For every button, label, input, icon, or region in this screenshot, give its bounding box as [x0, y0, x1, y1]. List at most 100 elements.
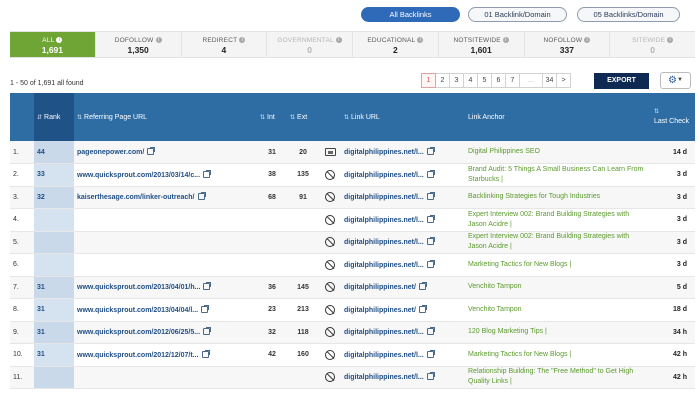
int-cell: 23 [257, 298, 287, 322]
external-link-icon[interactable] [426, 372, 435, 381]
tab-count: 1,350 [127, 45, 149, 55]
referring-url-link[interactable]: www.quicksprout.com/2013/03/14/c... [77, 172, 200, 179]
tab-educational[interactable]: EDUCATIONAL i 2 [353, 32, 439, 57]
page-6[interactable]: 6 [491, 73, 506, 88]
tab-label: EDUCATIONAL [367, 37, 416, 44]
link-url-link[interactable]: digitalphilippines.net/l... [344, 352, 424, 359]
external-link-icon[interactable] [203, 282, 212, 291]
link-url-cell: digitalphilippines.net/l... [341, 253, 465, 277]
tab-all[interactable]: ALL i 1,691 [10, 32, 96, 57]
referring-url-link[interactable]: www.quicksprout.com/2013/04/01/h... [77, 284, 200, 291]
ext-cell: 160 [287, 343, 319, 367]
info-icon: i [239, 37, 246, 43]
sort-icon: ⇅ [260, 114, 266, 121]
header-referring-url[interactable]: ⇅ Referring Page URL [74, 93, 257, 141]
last-check-cell: 14 d [651, 141, 695, 164]
link-type-cell [319, 253, 341, 277]
export-button[interactable]: EXPORT [594, 73, 649, 89]
link-url-link[interactable]: digitalphilippines.net/l... [344, 239, 424, 246]
header-rank[interactable]: ⇵ Rank [34, 93, 74, 141]
referring-url-link[interactable]: www.quicksprout.com/2013/04/04/l... [77, 307, 198, 314]
page-2[interactable]: 2 [435, 73, 450, 88]
page-4[interactable]: 4 [463, 73, 478, 88]
link-url-link[interactable]: digitalphilippines.net/l... [344, 374, 424, 381]
link-type-cell [319, 208, 341, 232]
external-link-icon[interactable] [203, 327, 212, 336]
link-url-link[interactable]: digitalphilippines.net/l... [344, 172, 424, 179]
external-link-icon[interactable] [418, 304, 427, 313]
results-count: 1 - 50 of 1,691 all found [10, 80, 84, 87]
link-url-link[interactable]: digitalphilippines.net/l... [344, 329, 424, 336]
external-link-icon[interactable] [426, 327, 435, 336]
tab-nofollow[interactable]: NOFOLLOW i 337 [525, 32, 611, 57]
tab-notsitewide[interactable]: NOTSITEWIDE i 1,601 [439, 32, 525, 57]
page-next-button[interactable]: > [556, 73, 571, 88]
referring-url-cell: www.quicksprout.com/2013/04/01/h... [74, 276, 257, 299]
last-check-cell: 3 d [651, 163, 695, 187]
page-3[interactable]: 3 [449, 73, 464, 88]
page-7[interactable]: 7 [505, 73, 520, 88]
link-url-link[interactable]: digitalphilippines.net/l... [344, 194, 424, 201]
nofollow-icon [325, 304, 335, 315]
header-ext[interactable]: ⇅ Ext [287, 93, 319, 141]
row-index: 2. [10, 163, 34, 187]
link-url-link[interactable]: digitalphilippines.net/l... [344, 262, 424, 269]
page-5[interactable]: 5 [477, 73, 492, 88]
link-url-link[interactable]: digitalphilippines.net/l... [344, 149, 424, 156]
link-type-cell [319, 141, 341, 164]
referring-url-cell: www.quicksprout.com/2012/12/07/t... [74, 343, 257, 367]
page-34[interactable]: 34 [542, 73, 557, 88]
last-check-cell: 42 h [651, 343, 695, 367]
external-link-icon[interactable] [426, 192, 435, 201]
link-type-cell [319, 186, 341, 209]
int-cell: 31 [257, 141, 287, 164]
header-last-check[interactable]: ⇅ Last Check [651, 93, 695, 141]
external-link-icon[interactable] [426, 349, 435, 358]
external-link-icon[interactable] [147, 147, 156, 155]
link-url-link[interactable]: digitalphilippines.net/ [344, 307, 416, 314]
referring-url-link[interactable]: www.quicksprout.com/2012/12/07/t... [77, 352, 199, 359]
external-link-icon[interactable] [197, 192, 206, 201]
referring-url-link[interactable]: www.quicksprout.com/2012/06/25/5... [77, 329, 200, 336]
header-int[interactable]: ⇅ Int [257, 93, 287, 141]
last-check-cell: 18 d [651, 298, 695, 322]
chevron-down-icon: ▼ [677, 77, 683, 83]
external-link-icon[interactable] [418, 282, 427, 291]
int-cell [257, 208, 287, 232]
referring-url-cell [74, 366, 257, 389]
referring-url-link[interactable]: kaiserthesage.com/linker-outreach/ [77, 194, 195, 201]
external-link-icon[interactable] [203, 169, 212, 178]
page-1[interactable]: 1 [421, 73, 436, 88]
rank-cell: 32 [34, 186, 74, 209]
link-type-cell [319, 366, 341, 389]
external-link-icon[interactable] [201, 304, 210, 313]
link-url-cell: digitalphilippines.net/l... [341, 141, 465, 164]
external-link-icon[interactable] [426, 214, 435, 223]
tab-count: 0 [307, 45, 312, 55]
external-link-icon[interactable] [426, 237, 435, 246]
link-url-link[interactable]: digitalphilippines.net/ [344, 284, 416, 291]
ext-cell [287, 208, 319, 232]
external-link-icon[interactable] [426, 169, 435, 178]
settings-button[interactable]: ⚙▼ [660, 72, 691, 89]
table-row: 2. 33 www.quicksprout.com/2013/03/14/c... 3… [10, 163, 695, 187]
view-toggle-all-backlinks[interactable]: All Backlinks [361, 7, 460, 22]
tab-dofollow[interactable]: DOFOLLOW i 1,350 [96, 32, 182, 57]
sort-icon: ⇅ [290, 114, 296, 121]
header-link-url[interactable]: ⇅ Link URL [341, 93, 465, 141]
link-url-link[interactable]: digitalphilippines.net/l... [344, 217, 424, 224]
link-anchor-cell: Expert Interview 002: Brand Building Str… [465, 208, 651, 232]
view-toggle-five-per-domain[interactable]: 05 Backlinks/Domain [577, 7, 680, 22]
tab-governmental[interactable]: GOVERNMENTAL i 0 [267, 32, 353, 57]
table-header-row: ⇵ Rank ⇅ Referring Page URL ⇅ Int ⇅ Ext ⇅ Lin… [10, 93, 695, 141]
referring-url-link[interactable]: pageonepower.com/ [77, 149, 144, 156]
tab-redirect[interactable]: REDIRECT i 4 [182, 32, 268, 57]
int-cell: 38 [257, 163, 287, 187]
external-link-icon[interactable] [426, 259, 435, 268]
view-toggle-one-per-domain[interactable]: 01 Backlink/Domain [468, 7, 567, 22]
link-anchor-cell: 120 Blog Marketing Tips | [465, 321, 651, 344]
tab-sitewide[interactable]: SITEWIDE i 0 [610, 32, 695, 57]
external-link-icon[interactable] [201, 349, 210, 358]
header-link-anchor[interactable]: Link Anchor [465, 93, 651, 141]
external-link-icon[interactable] [426, 147, 435, 155]
